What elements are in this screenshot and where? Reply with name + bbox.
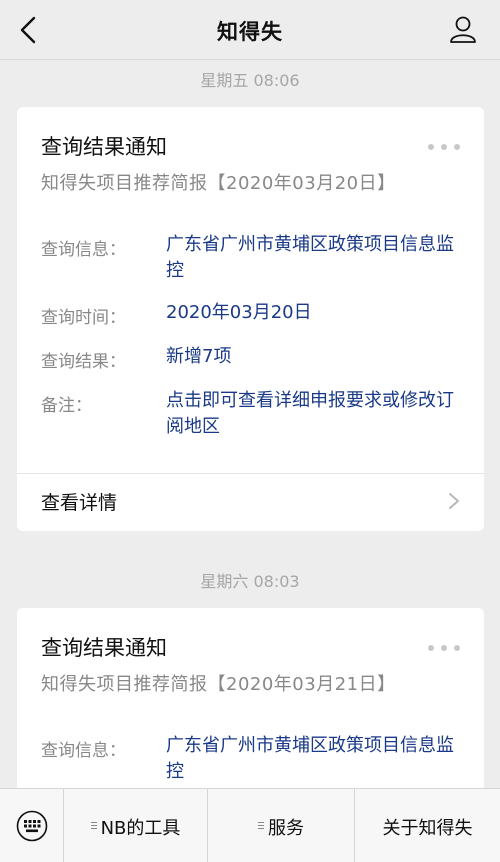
menu-services-button[interactable]: 服务 [208,789,355,862]
row-label-query-info: 查询信息： [41,240,126,260]
card-subtitle: 知得失项目推荐简报【2020年03月21日】 [41,674,396,695]
menu-nb-tools-label: NB的工具 [100,818,181,839]
notification-card[interactable]: 查询结果通知 知得失项目推荐简报【2020年03月21日】 查询信息： 广东省广… [17,608,484,808]
row-value-query-time: 2020年03月20日 [166,302,312,323]
row-value-remark-link[interactable]: 点击即可查看详细申报要求或修改订阅地区 [166,388,466,440]
more-dots-icon[interactable] [428,141,460,153]
menu-about-label: 关于知得失 [382,818,473,839]
row-value-query-result: 新增7项 [166,346,232,367]
bottom-menu-bar: NB的工具 服务 关于知得失 [0,788,500,862]
keyboard-icon [16,810,48,842]
row-label-remark: 备注： [41,396,92,416]
card-subtitle: 知得失项目推荐简报【2020年03月20日】 [41,173,396,194]
page-title: 知得失 [217,20,283,44]
view-details-button[interactable]: 查看详情 [17,474,484,528]
notification-card[interactable]: 查询结果通知 知得失项目推荐简报【2020年03月20日】 查询信息： 广东省广… [17,107,484,531]
menu-about-button[interactable]: 关于知得失 [355,789,500,862]
keyboard-toggle-button[interactable] [0,789,64,862]
row-value-query-info: 广东省广州市黄埔区政策项目信息监控 [166,735,454,782]
profile-button[interactable] [448,14,478,44]
more-dots-icon[interactable] [428,642,460,654]
message-timestamp: 星期六 08:03 [200,572,300,591]
menu-services-label: 服务 [268,818,304,839]
person-icon [450,16,476,43]
top-nav-bar: 知得失 [0,0,500,60]
message-timestamp: 星期五 08:06 [200,71,300,90]
card-title: 查询结果通知 [41,135,167,159]
card-title: 查询结果通知 [41,636,167,660]
menu-lines-icon [258,822,264,832]
row-label-query-time: 查询时间： [41,308,126,328]
view-details-label: 查看详情 [41,492,118,514]
row-label-query-info: 查询信息： [41,741,126,761]
chevron-right-icon [449,493,459,509]
row-label-query-result: 查询结果： [41,352,126,372]
menu-lines-icon [90,822,97,832]
menu-nb-tools-button[interactable]: NB的工具 [64,789,208,862]
row-value-query-info: 广东省广州市黄埔区政策项目信息监控 [166,234,454,281]
